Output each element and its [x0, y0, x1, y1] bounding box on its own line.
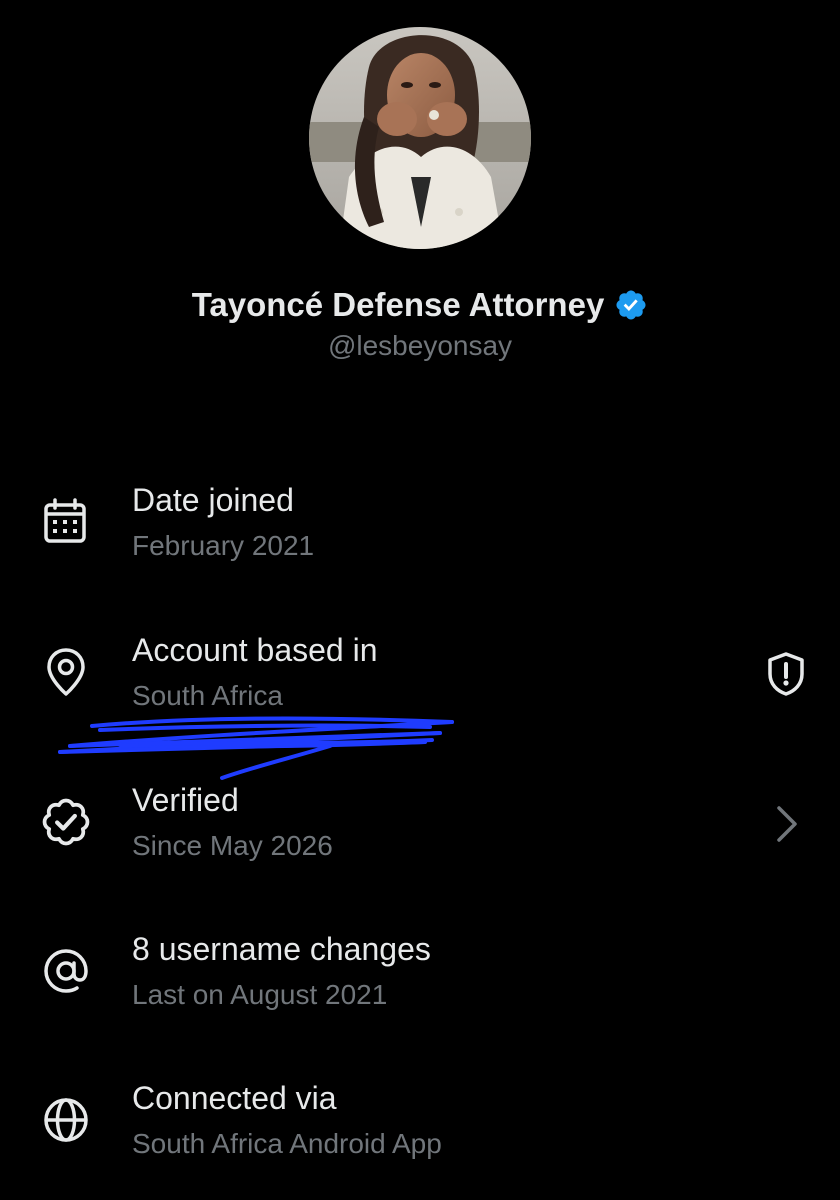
profile-display-name: Tayoncé Defense Attorney: [191, 286, 605, 323]
about-row-date-joined: Date joined February 2021: [0, 480, 840, 590]
avatar-photo: [309, 27, 531, 249]
about-row-verified[interactable]: Verified Since May 2026: [0, 780, 840, 890]
row-value-username-changes: Last on August 2021: [132, 979, 388, 1010]
profile-name-row: Tayoncé Defense Attorney: [0, 286, 840, 324]
about-row-username-changes: 8 username changes Last on August 2021: [0, 929, 840, 1039]
profile-avatar[interactable]: [309, 27, 531, 249]
at-sign-icon: [38, 943, 94, 999]
row-label-date-joined: Date joined: [132, 482, 294, 518]
row-value-verified: Since May 2026: [132, 830, 333, 861]
verified-check-icon[interactable]: [614, 288, 648, 322]
about-row-connected-via: Connected via South Africa Android App: [0, 1078, 840, 1188]
row-value-connected-via: South Africa Android App: [132, 1128, 442, 1159]
shield-alert-icon[interactable]: [762, 650, 810, 698]
row-label-account-based-in: Account based in: [132, 632, 378, 668]
row-value-account-based-in: South Africa: [132, 680, 283, 711]
location-pin-icon: [38, 644, 94, 700]
calendar-icon: [38, 494, 94, 550]
row-label-verified: Verified: [132, 782, 239, 818]
chevron-right-icon[interactable]: [762, 800, 810, 848]
about-row-account-based-in: Account based in South Africa: [0, 630, 840, 740]
row-value-date-joined: February 2021: [132, 530, 315, 561]
row-label-username-changes: 8 username changes: [132, 931, 431, 967]
profile-handle: @lesbeyonsay: [327, 330, 513, 361]
row-label-connected-via: Connected via: [132, 1080, 337, 1116]
globe-icon: [38, 1092, 94, 1148]
verified-seal-icon: [38, 794, 94, 850]
